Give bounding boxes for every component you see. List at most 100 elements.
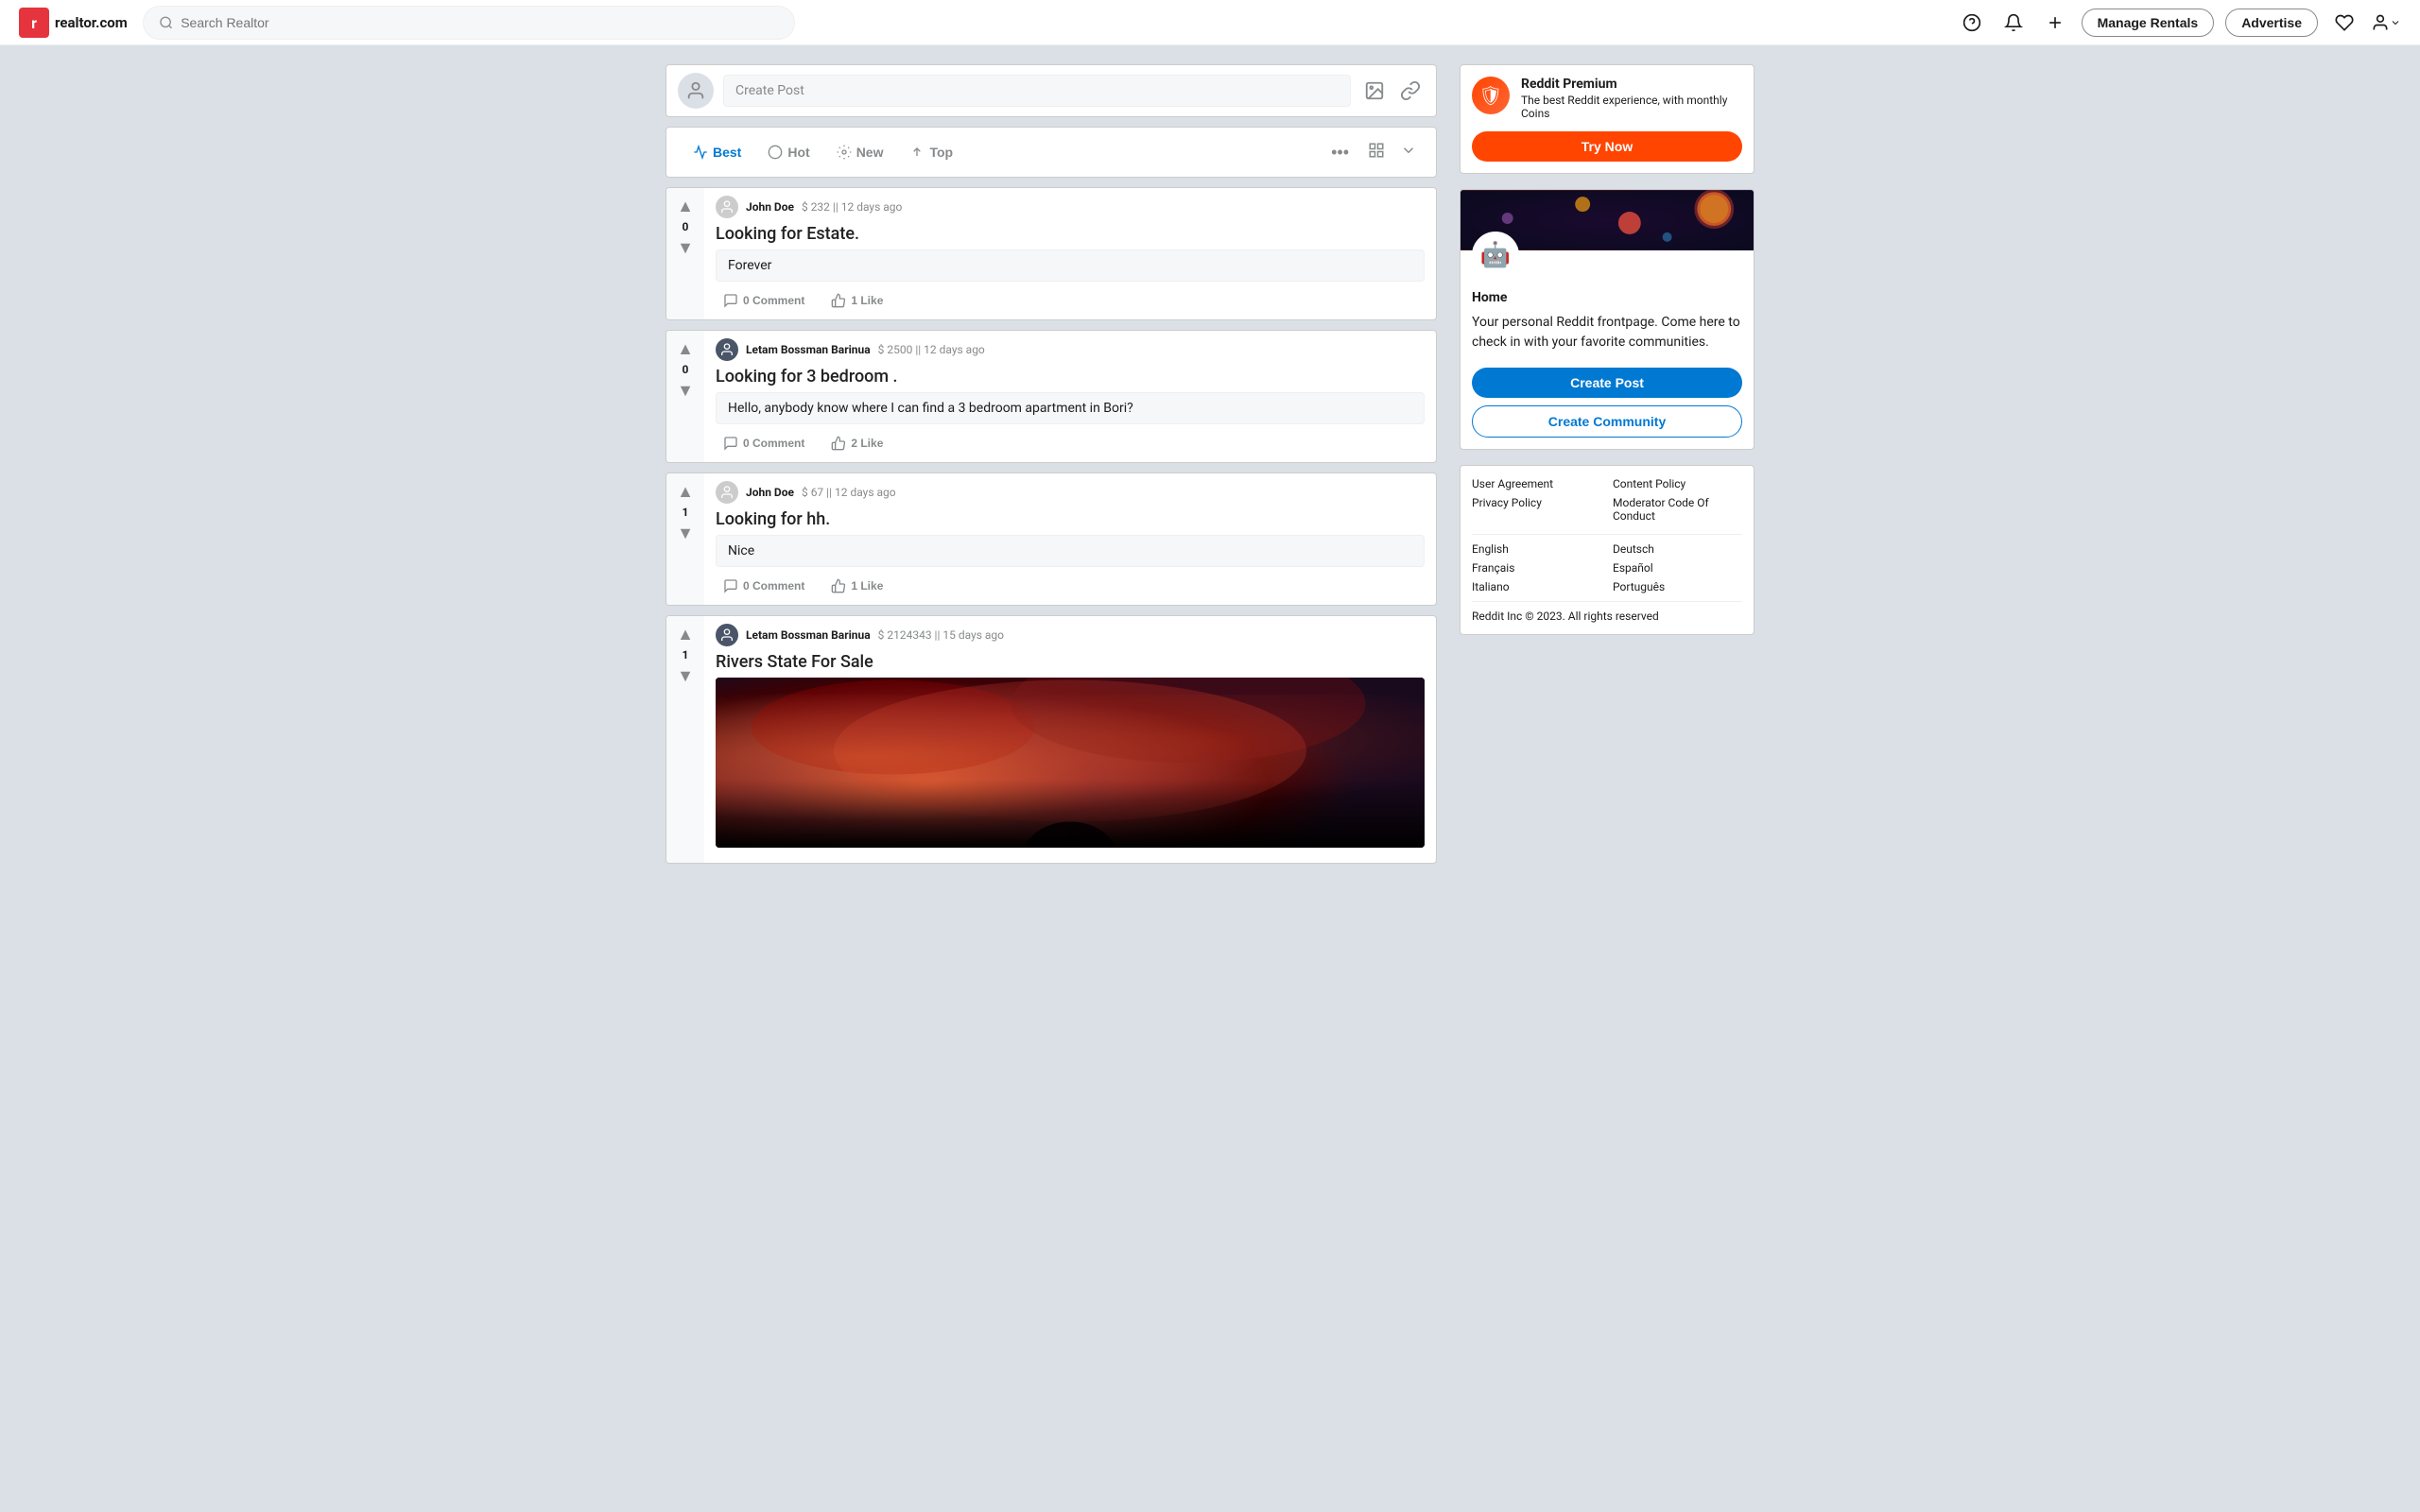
top-icon bbox=[909, 145, 925, 160]
post-user-details: $ 2124343 || 15 days ago bbox=[878, 628, 1004, 642]
lang-deutsch[interactable]: Deutsch bbox=[1613, 542, 1742, 556]
user-icon bbox=[2371, 13, 2390, 32]
post-title[interactable]: Looking for Estate. bbox=[716, 224, 1425, 244]
comment-icon bbox=[723, 578, 738, 593]
avatar-icon bbox=[719, 485, 735, 500]
sort-expand-button[interactable] bbox=[1396, 138, 1421, 167]
upvote-button[interactable]: ▲ bbox=[675, 338, 696, 359]
comment-button[interactable]: 0 Comment bbox=[716, 289, 812, 312]
post-vote-section: ▲ 0 ▼ bbox=[666, 188, 704, 319]
post-image-svg bbox=[716, 678, 1425, 848]
comment-button[interactable]: 0 Comment bbox=[716, 575, 812, 597]
create-post-bar: Create Post bbox=[666, 64, 1437, 117]
downvote-button[interactable]: ▼ bbox=[675, 523, 696, 543]
try-now-button[interactable]: Try Now bbox=[1472, 131, 1742, 162]
post-title[interactable]: Rivers State For Sale bbox=[716, 652, 1425, 672]
best-icon bbox=[693, 145, 708, 160]
post-user-details: $ 232 || 12 days ago bbox=[802, 200, 902, 214]
add-icon-button[interactable] bbox=[2040, 8, 2070, 38]
post-title[interactable]: Looking for 3 bedroom . bbox=[716, 367, 1425, 387]
notification-icon-button[interactable] bbox=[1998, 8, 2029, 38]
hot-icon bbox=[768, 145, 783, 160]
sort-new-button[interactable]: New bbox=[825, 137, 895, 167]
post-meta: Letam Bossman Barinua $ 2124343 || 15 da… bbox=[716, 624, 1425, 646]
post-username[interactable]: Letam Bossman Barinua bbox=[746, 343, 871, 356]
downvote-button[interactable]: ▼ bbox=[675, 665, 696, 686]
comment-button[interactable]: 0 Comment bbox=[716, 432, 812, 455]
create-community-button[interactable]: Create Community bbox=[1472, 405, 1742, 438]
shield-icon: 🛡 bbox=[1478, 84, 1502, 107]
post-card: ▲ 0 ▼ John Doe $ 232 || 12 days ago Look… bbox=[666, 187, 1437, 320]
post-username[interactable]: Letam Bossman Barinua bbox=[746, 628, 871, 642]
sort-layout-button[interactable] bbox=[1364, 138, 1389, 167]
layout-icon bbox=[1368, 142, 1385, 159]
user-agreement-link[interactable]: User Agreement bbox=[1472, 477, 1601, 490]
footer-languages: English Deutsch Français Español Italian… bbox=[1472, 542, 1742, 593]
like-button[interactable]: 2 Like bbox=[823, 432, 890, 455]
post-image[interactable] bbox=[716, 678, 1425, 848]
search-input[interactable] bbox=[181, 15, 779, 30]
post-title[interactable]: Looking for hh. bbox=[716, 509, 1425, 529]
sort-bar: Best Hot New Top ••• bbox=[666, 127, 1437, 178]
lang-portugues[interactable]: Português bbox=[1613, 580, 1742, 593]
new-icon bbox=[837, 145, 852, 160]
advertise-button[interactable]: Advertise bbox=[2225, 9, 2318, 37]
post-meta: John Doe $ 67 || 12 days ago bbox=[716, 481, 1425, 504]
post-actions: 0 Comment 2 Like bbox=[716, 432, 1425, 455]
content-policy-link[interactable]: Content Policy bbox=[1613, 477, 1742, 490]
lang-english[interactable]: English bbox=[1472, 542, 1601, 556]
post-preview: Forever bbox=[716, 249, 1425, 282]
home-card-title: Home bbox=[1472, 290, 1742, 305]
sort-more-button[interactable]: ••• bbox=[1323, 139, 1357, 166]
post-body: John Doe $ 67 || 12 days ago Looking for… bbox=[704, 473, 1436, 605]
moderator-code-link[interactable]: Moderator Code Of Conduct bbox=[1613, 496, 1742, 523]
downvote-button[interactable]: ▼ bbox=[675, 380, 696, 401]
premium-icon: 🛡 bbox=[1472, 77, 1510, 114]
post-body: Letam Bossman Barinua $ 2124343 || 15 da… bbox=[704, 616, 1436, 863]
image-icon bbox=[1364, 80, 1385, 101]
upvote-button[interactable]: ▲ bbox=[675, 624, 696, 644]
logo[interactable]: r realtor.com bbox=[19, 8, 128, 38]
search-bar[interactable] bbox=[143, 6, 795, 40]
post-username[interactable]: John Doe bbox=[746, 200, 794, 214]
avatar-icon bbox=[719, 199, 735, 215]
downvote-button[interactable]: ▼ bbox=[675, 237, 696, 258]
comment-icon bbox=[723, 436, 738, 451]
sort-hot-button[interactable]: Hot bbox=[756, 137, 821, 167]
favorite-icon-button[interactable] bbox=[2329, 8, 2360, 38]
help-icon-button[interactable] bbox=[1957, 8, 1987, 38]
upvote-button[interactable]: ▲ bbox=[675, 196, 696, 216]
post-avatar bbox=[716, 196, 738, 218]
user-menu-button[interactable] bbox=[2371, 8, 2401, 38]
like-button[interactable]: 1 Like bbox=[823, 289, 890, 312]
post-username[interactable]: John Doe bbox=[746, 486, 794, 499]
header: r realtor.com Manage Rentals Advertise bbox=[0, 0, 2420, 45]
lang-espanol[interactable]: Español bbox=[1613, 561, 1742, 575]
lang-italiano[interactable]: Italiano bbox=[1472, 580, 1601, 593]
sort-best-button[interactable]: Best bbox=[682, 137, 752, 167]
privacy-policy-link[interactable]: Privacy Policy bbox=[1472, 496, 1601, 523]
post-meta: John Doe $ 232 || 12 days ago bbox=[716, 196, 1425, 218]
post-vote-section: ▲ 1 ▼ bbox=[666, 473, 704, 605]
sort-bar-right: ••• bbox=[1323, 138, 1421, 167]
create-post-button[interactable]: Create Post bbox=[1472, 368, 1742, 398]
post-body: John Doe $ 232 || 12 days ago Looking fo… bbox=[704, 188, 1436, 319]
upvote-button[interactable]: ▲ bbox=[675, 481, 696, 502]
lang-francais[interactable]: Français bbox=[1472, 561, 1601, 575]
post-preview: Nice bbox=[716, 535, 1425, 567]
link-button[interactable] bbox=[1396, 77, 1425, 105]
vote-count: 1 bbox=[683, 506, 689, 519]
search-icon bbox=[159, 15, 173, 30]
heart-icon bbox=[2335, 13, 2354, 32]
post-actions: 0 Comment 1 Like bbox=[716, 575, 1425, 597]
sort-top-button[interactable]: Top bbox=[898, 137, 964, 167]
image-upload-button[interactable] bbox=[1360, 77, 1389, 105]
manage-rentals-button[interactable]: Manage Rentals bbox=[2082, 9, 2215, 37]
create-post-input[interactable]: Create Post bbox=[723, 75, 1351, 107]
create-post-avatar bbox=[678, 73, 714, 109]
premium-title: Reddit Premium bbox=[1521, 77, 1742, 92]
link-icon bbox=[1400, 80, 1421, 101]
like-button[interactable]: 1 Like bbox=[823, 575, 890, 597]
help-icon bbox=[1962, 13, 1981, 32]
post-actions: 0 Comment 1 Like bbox=[716, 289, 1425, 312]
